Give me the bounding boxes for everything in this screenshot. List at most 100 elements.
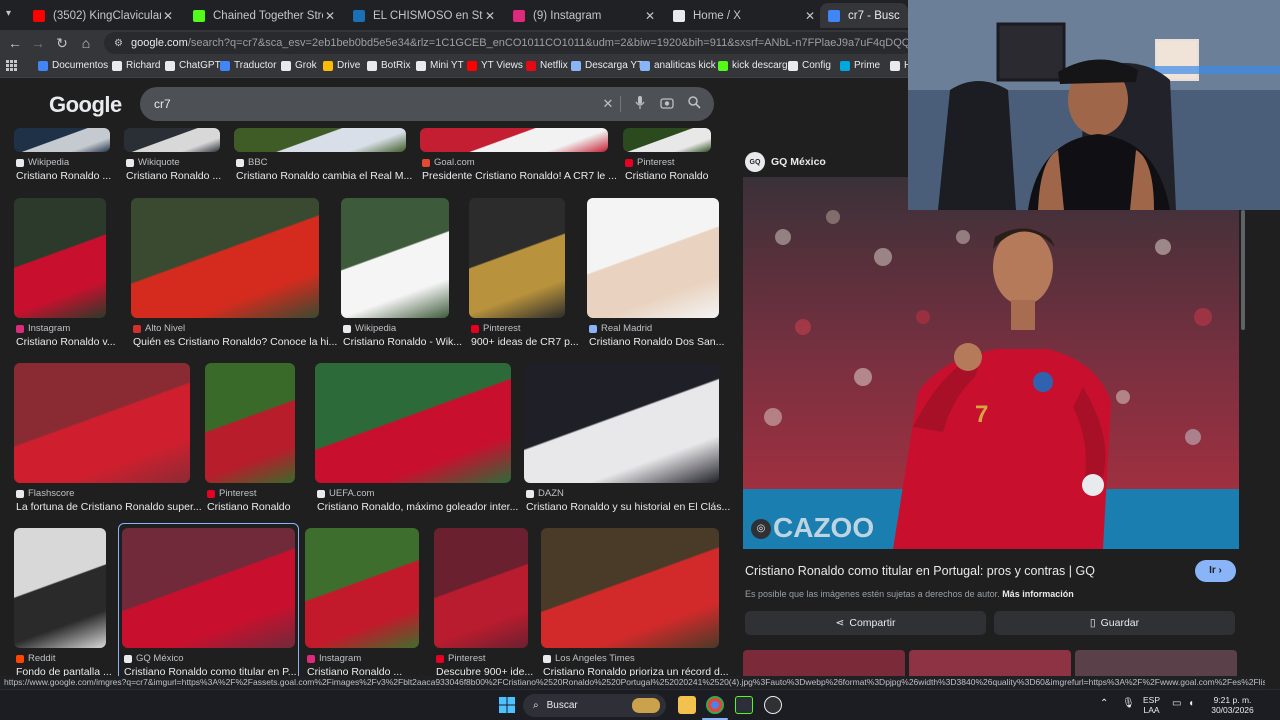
result-thumbnail[interactable] [14,128,110,152]
bookmark[interactable]: ChatGPT [165,60,221,71]
lens-search-icon[interactable] [659,96,675,112]
result-source[interactable]: DAZN [526,488,564,499]
bookmark[interactable]: YT Views [467,60,523,71]
result-source[interactable]: Flashscore [16,488,74,499]
tab-close-icon[interactable]: ✕ [803,9,817,23]
result-thumbnail[interactable] [14,363,190,483]
visit-button[interactable]: Ir › [1195,560,1236,582]
result-caption[interactable]: Cristiano Ronaldo ... [126,170,221,182]
result-source[interactable]: Reddit [16,653,55,664]
bookmark[interactable]: Descarga YT [571,60,643,71]
search-query[interactable]: cr7 [154,97,171,111]
panel-main-image[interactable]: CAZOO 7 ◎ [743,177,1239,549]
result-caption[interactable]: Quién es Cristiano Ronaldo? Conoce la hi… [133,336,337,348]
result-thumbnail[interactable] [305,528,419,648]
result-caption[interactable]: La fortuna de Cristiano Ronaldo super... [16,501,202,513]
result-source[interactable]: Wikipedia [343,323,396,334]
result-source[interactable]: UEFA.com [317,488,374,499]
chrome-icon[interactable] [706,696,724,714]
bookmark[interactable]: Prime [840,60,880,71]
file-explorer-icon[interactable] [678,696,696,714]
back-icon[interactable]: ← [6,34,24,52]
tab-close-icon[interactable]: ✕ [483,9,497,23]
tab-close-icon[interactable]: ✕ [161,9,175,23]
result-source[interactable]: Alto Nivel [133,323,185,334]
result-caption[interactable]: Cristiano Ronaldo cambia el Real M... [236,170,412,182]
result-caption[interactable]: Cristiano Ronaldo v... [16,336,116,348]
bookmark[interactable]: Documentos [38,60,108,71]
bookmark[interactable]: Netflix [526,60,568,71]
result-source[interactable]: Instagram [16,323,70,334]
result-caption[interactable]: Cristiano Ronaldo [207,501,290,513]
result-caption[interactable]: Cristiano Ronaldo - Wik... [343,336,462,348]
result-thumbnail[interactable] [315,363,511,483]
bookmark[interactable]: Mini YT [416,60,464,71]
result-thumbnail[interactable] [623,128,711,152]
result-thumbnail[interactable] [131,198,319,318]
tab-search-chevron-icon[interactable]: ▾ [6,8,11,19]
tab[interactable]: Home / X ✕ [665,3,825,28]
result-thumbnail[interactable] [541,528,719,648]
tab[interactable]: (9) Instagram ✕ [505,3,665,28]
result-thumbnail[interactable] [341,198,449,318]
result-source[interactable]: Los Angeles Times [543,653,635,664]
obs-icon[interactable] [764,696,782,714]
result-source[interactable]: Wikipedia [16,157,69,168]
result-thumbnail[interactable] [124,128,220,152]
bookmark[interactable]: kick descarga [718,60,793,71]
app-icon[interactable] [735,696,753,714]
result-caption[interactable]: Cristiano Ronaldo, máximo goleador inter… [317,501,518,513]
google-logo[interactable]: Google [49,92,122,118]
result-source[interactable]: Real Madrid [589,323,652,334]
windows-start-icon[interactable] [499,697,515,718]
result-thumbnail[interactable] [234,128,406,152]
panel-title[interactable]: Cristiano Ronaldo como titular en Portug… [745,564,1095,578]
language-indicator[interactable]: ESP LAA [1143,695,1160,715]
result-thumbnail[interactable] [14,528,106,648]
result-source[interactable]: BBC [236,157,268,168]
result-thumbnail[interactable] [420,128,608,152]
panel-source[interactable]: GQ GQ México [745,152,826,172]
bookmark[interactable]: Grok [281,60,317,71]
result-source[interactable]: Pinterest [471,323,521,334]
clock[interactable]: 9:21 p. m. 30/03/2026 [1205,695,1260,715]
result-thumbnail[interactable] [524,363,719,483]
share-button[interactable]: ⋖ Compartir [745,611,986,635]
save-button[interactable]: ▯ Guardar [994,611,1235,635]
bookmark[interactable]: Config [788,60,831,71]
bookmark[interactable]: analiticas kick [640,60,716,71]
result-source[interactable]: Goal.com [422,157,475,168]
result-thumbnail[interactable] [434,528,528,648]
bookmark[interactable]: Drive [323,60,360,71]
search-icon[interactable] [686,96,702,112]
result-caption[interactable]: Cristiano Ronaldo ... [16,170,111,182]
result-source[interactable]: Pinterest [207,488,257,499]
result-caption[interactable]: Cristiano Ronaldo Dos San... [589,336,724,348]
site-info-icon[interactable]: ⚙ [114,38,123,49]
forward-icon[interactable]: → [29,34,47,52]
taskbar-search[interactable]: ⌕ Buscar [523,694,666,717]
home-icon[interactable]: ⌂ [77,34,95,52]
result-thumbnail[interactable] [469,198,565,318]
bookmark[interactable]: Traductor [220,60,276,71]
network-icon[interactable]: ▭ [1172,699,1181,709]
result-caption[interactable]: Cristiano Ronaldo y su historial en El C… [526,501,730,513]
reload-icon[interactable]: ↻ [53,34,71,52]
result-source[interactable]: Instagram [307,653,361,664]
tab-close-icon[interactable]: ✕ [323,9,337,23]
volume-icon[interactable]: ◖ [1188,699,1194,709]
lens-overlay-icon[interactable]: ◎ [751,519,771,539]
result-thumbnail[interactable] [587,198,719,318]
apps-grid-icon[interactable] [6,60,17,71]
tab[interactable]: Chained Together Streaming - ✕ [185,3,345,28]
microphone-tray-icon[interactable]: 🎙 [1122,699,1135,709]
tab-close-icon[interactable]: ✕ [643,9,657,23]
tab[interactable]: EL CHISMOSO en Steam✕ [345,3,505,28]
result-thumbnail[interactable] [205,363,295,483]
tab[interactable]: (3502) KingClavicular - YouTube✕ [25,3,183,28]
panel-scrollbar[interactable] [1241,210,1245,330]
voice-search-icon[interactable] [632,96,648,112]
clear-search-icon[interactable]: ✕ [600,96,616,112]
bookmark[interactable]: Richard [112,60,160,71]
bookmark[interactable]: BotRix [367,60,410,71]
